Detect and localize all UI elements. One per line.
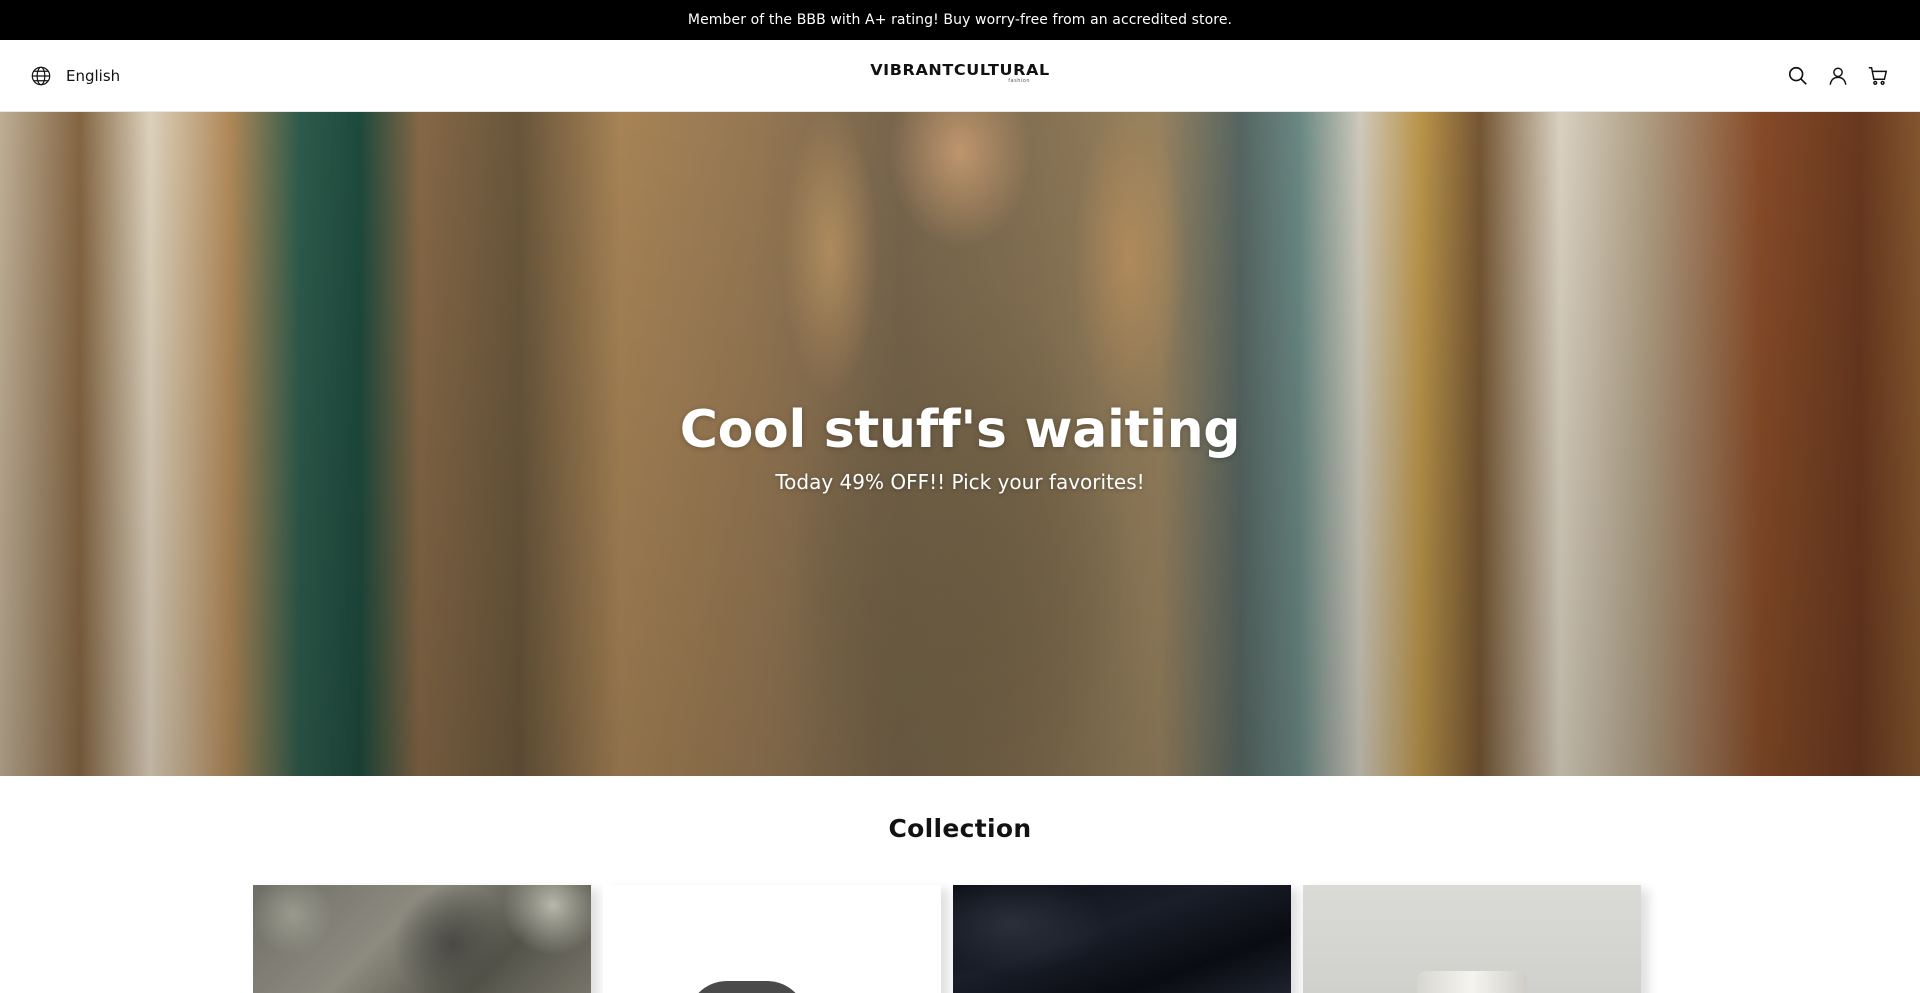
collection-cards [253, 885, 1641, 993]
collection-card[interactable] [253, 885, 591, 993]
cart-icon [1867, 65, 1889, 87]
hero-subtitle: Today 49% OFF!! Pick your favorites! [775, 470, 1145, 494]
collection-title: Collection [888, 814, 1032, 843]
site-logo[interactable]: VIBRANTCULTURAL fashion [860, 62, 1060, 84]
account-button[interactable] [1826, 64, 1850, 88]
collection-card[interactable] [953, 885, 1291, 993]
header-icons [1786, 40, 1890, 112]
collection-card[interactable] [603, 885, 941, 993]
announcement-text: Member of the BBB with A+ rating! Buy wo… [687, 12, 1233, 28]
shoe-image [687, 981, 807, 993]
lamp-image [1417, 971, 1527, 993]
globe-icon [30, 65, 52, 87]
collection-section: Collection [0, 776, 1920, 993]
hero-banner: Cool stuff's waiting Today 49% OFF!! Pic… [0, 112, 1920, 776]
hero-content: Cool stuff's waiting Today 49% OFF!! Pic… [0, 400, 1920, 494]
hero-title: Cool stuff's waiting [679, 400, 1241, 460]
search-icon [1787, 65, 1809, 87]
logo-text: VIBRANTCULTURAL [870, 60, 1050, 79]
announcement-bar: Member of the BBB with A+ rating! Buy wo… [0, 0, 1920, 40]
site-header: English VIBRANTCULTURAL fashion [0, 40, 1920, 112]
logo-subtext: fashion [1008, 78, 1030, 84]
cart-button[interactable] [1866, 64, 1890, 88]
language-label: English [66, 67, 121, 85]
collection-card[interactable] [1303, 885, 1641, 993]
language-selector[interactable]: English [30, 40, 120, 112]
search-button[interactable] [1786, 64, 1810, 88]
account-icon [1827, 65, 1849, 87]
